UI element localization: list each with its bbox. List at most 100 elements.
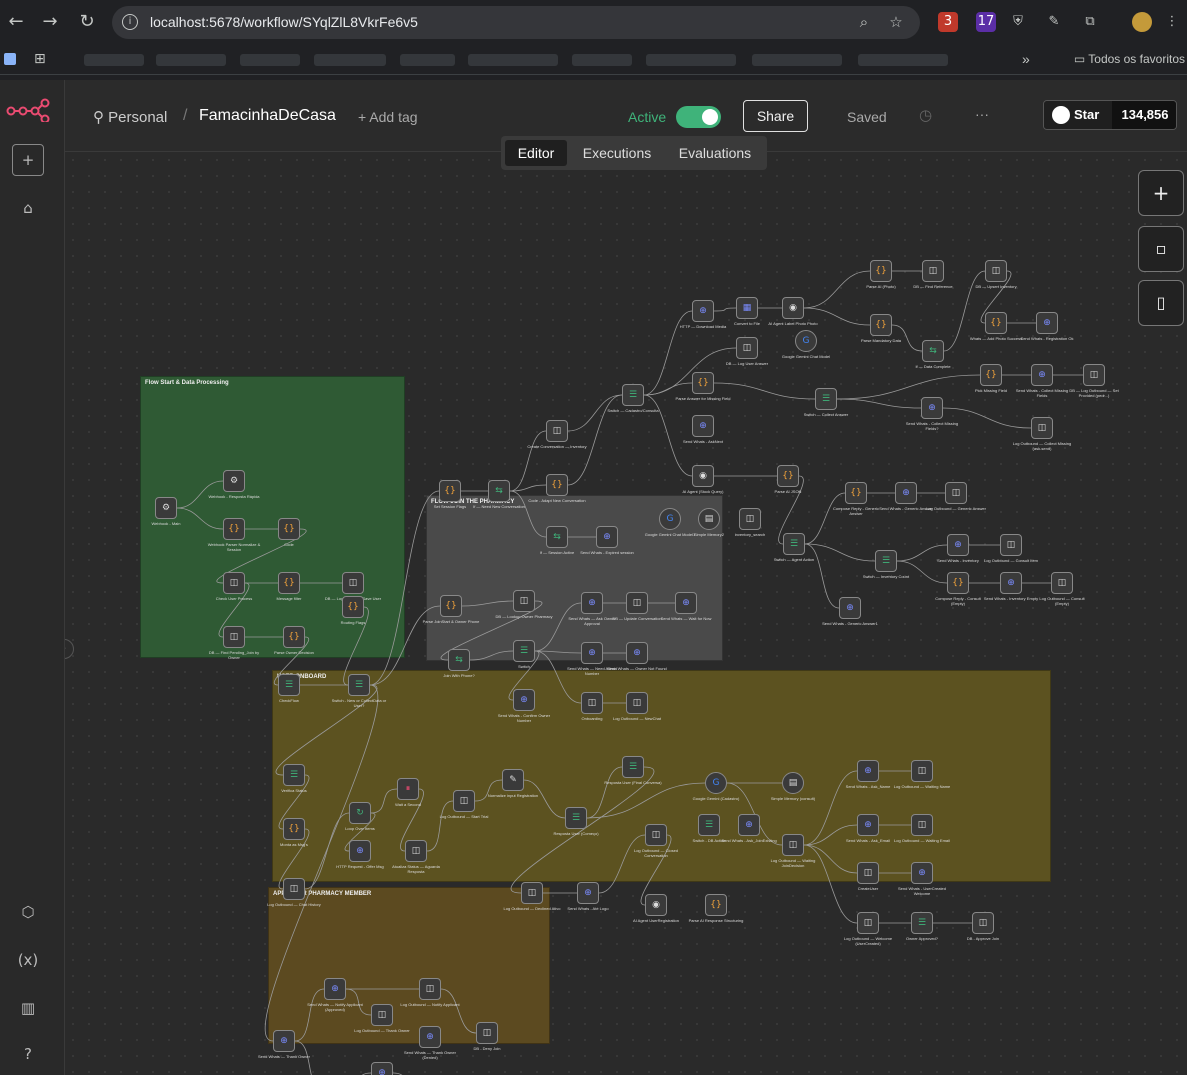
zoom-icon[interactable]: ⌕ (852, 10, 876, 34)
n8n-logo[interactable] (6, 98, 50, 122)
workflow-node[interactable]: ◫ (736, 337, 758, 359)
shield-icon[interactable]: ⛨ (1008, 12, 1028, 32)
workflow-node[interactable]: ◫ (1031, 417, 1053, 439)
workflow-node[interactable]: ◫ (546, 420, 568, 442)
workflow-node[interactable]: ◫ (453, 790, 475, 812)
eyedropper-icon[interactable]: ✎ (1044, 12, 1064, 32)
workflow-node[interactable]: ⊕ (675, 592, 697, 614)
workflow-canvas[interactable]: › Flow Start & Data Processing FLOW JOIN… (65, 152, 1187, 1075)
workflow-node[interactable]: ◫ (1000, 534, 1022, 556)
add-icon[interactable]: + (12, 144, 44, 176)
workflow-node[interactable]: ⚙ (223, 470, 245, 492)
workflow-node[interactable]: ◫ (521, 882, 543, 904)
workflow-node[interactable]: {} (342, 596, 364, 618)
workflow-node[interactable]: ⊕ (947, 534, 969, 556)
workflow-node[interactable]: ⇆ (488, 480, 510, 502)
more-bookmarks-icon[interactable]: » (1022, 51, 1030, 67)
bookmark-item[interactable] (858, 54, 948, 66)
workflow-node[interactable]: {} (439, 480, 461, 502)
forward-icon[interactable]: → (38, 10, 62, 34)
history-icon[interactable]: ◷ (919, 106, 932, 124)
workflow-node[interactable]: ⊕ (921, 397, 943, 419)
workflow-node[interactable]: ◉ (782, 297, 804, 319)
workflow-node[interactable]: ◫ (342, 572, 364, 594)
workflow-node[interactable]: ⊕ (349, 840, 371, 862)
workflow-node[interactable]: ☰ (565, 807, 587, 829)
add-tag-button[interactable]: + Add tag (358, 109, 418, 125)
back-icon[interactable]: ← (4, 10, 28, 34)
workflow-node[interactable]: ⇆ (546, 526, 568, 548)
zoom-add-node-button[interactable]: + (1138, 170, 1184, 216)
workflow-node[interactable]: ⊕ (1036, 312, 1058, 334)
bookmark-item[interactable] (400, 54, 455, 66)
workflow-node[interactable]: ◫ (972, 912, 994, 934)
avatar[interactable] (1132, 12, 1152, 32)
workflow-node[interactable]: ☰ (348, 674, 370, 696)
workflow-node[interactable]: {} (985, 312, 1007, 334)
bookmark-item[interactable] (572, 54, 632, 66)
workflow-node[interactable]: ⊕ (895, 482, 917, 504)
variables-icon[interactable]: (x) (16, 948, 40, 972)
workflow-node[interactable]: ◫ (911, 814, 933, 836)
workflow-node[interactable]: ◫ (985, 260, 1007, 282)
bookmark-item[interactable] (646, 54, 736, 66)
workflow-node[interactable]: ◫ (739, 508, 761, 530)
project-breadcrumb[interactable]: ⚲ Personal (93, 108, 167, 126)
workflow-node[interactable]: ☰ (622, 384, 644, 406)
workflow-node[interactable]: ⊕ (577, 882, 599, 904)
home-icon[interactable]: ⌂ (16, 196, 40, 220)
workflow-node[interactable]: {} (278, 518, 300, 540)
workflow-node[interactable]: {} (777, 465, 799, 487)
workflow-node[interactable]: ◫ (405, 840, 427, 862)
address-bar[interactable]: i localhost:5678/workflow/SYqlZlL8VkrFe6… (112, 6, 920, 39)
menu-kebab-icon[interactable]: ⋮ (1162, 12, 1182, 32)
tab-editor[interactable]: Editor (505, 140, 567, 166)
workflow-node[interactable]: {} (440, 595, 462, 617)
workflow-node[interactable]: ⊕ (626, 642, 648, 664)
bookmark-item[interactable] (156, 54, 226, 66)
workflow-node[interactable]: ☰ (783, 533, 805, 555)
workflow-node[interactable]: ◫ (1051, 572, 1073, 594)
workflow-node[interactable]: {} (705, 894, 727, 916)
workflow-node[interactable]: ⊕ (857, 760, 879, 782)
workflow-node[interactable]: ☰ (698, 814, 720, 836)
workflow-node[interactable]: ⇆ (922, 340, 944, 362)
workflow-node[interactable]: ☰ (875, 550, 897, 572)
workflow-node[interactable]: ◫ (945, 482, 967, 504)
workflow-node[interactable]: ◫ (581, 692, 603, 714)
workflow-node[interactable]: {} (283, 626, 305, 648)
workflow-node[interactable]: {} (546, 474, 568, 496)
bookmark-item[interactable] (314, 54, 386, 66)
workflow-node[interactable]: ⊕ (371, 1062, 393, 1075)
sticky-note-button[interactable]: ▫ (1138, 226, 1184, 272)
workflow-node[interactable]: ✎ (502, 769, 524, 791)
extensions-puzzle-icon[interactable]: ⧉ (1080, 12, 1100, 32)
workflow-node[interactable]: ⊕ (1000, 572, 1022, 594)
workflow-node[interactable]: ◫ (645, 824, 667, 846)
bookmark-item[interactable] (84, 54, 144, 66)
tab-evaluations[interactable]: Evaluations (667, 140, 763, 166)
workflow-node[interactable]: ◫ (626, 592, 648, 614)
bookmark-item[interactable] (752, 54, 842, 66)
workflow-node[interactable]: ◫ (371, 1004, 393, 1026)
workflow-node[interactable]: G (659, 508, 681, 530)
share-button[interactable]: Share (743, 100, 808, 132)
workflow-node[interactable]: {} (223, 518, 245, 540)
workflow-node[interactable]: ◫ (922, 260, 944, 282)
workflow-node[interactable]: ⊕ (1031, 364, 1053, 386)
workflow-node[interactable]: ☰ (911, 912, 933, 934)
toggle-panel-button[interactable]: ▯ (1138, 280, 1184, 326)
workflow-node[interactable]: {} (845, 482, 867, 504)
workflow-name[interactable]: FamacinhaDeCasa (199, 107, 336, 125)
workflow-node[interactable]: {} (870, 260, 892, 282)
insights-icon[interactable]: ▥ (16, 996, 40, 1020)
all-bookmarks-folder[interactable]: ▭ Todos os favoritos (1074, 52, 1185, 66)
workflow-node[interactable]: {} (278, 572, 300, 594)
workflow-node[interactable]: ☰ (283, 764, 305, 786)
workflow-node[interactable]: {} (947, 572, 969, 594)
workflow-node[interactable]: {} (692, 372, 714, 394)
site-info-icon[interactable]: i (122, 14, 138, 30)
extension-icon[interactable]: 17 (976, 12, 996, 32)
github-star-button[interactable]: Star (1044, 101, 1112, 129)
workflow-node[interactable]: ⊕ (273, 1030, 295, 1052)
